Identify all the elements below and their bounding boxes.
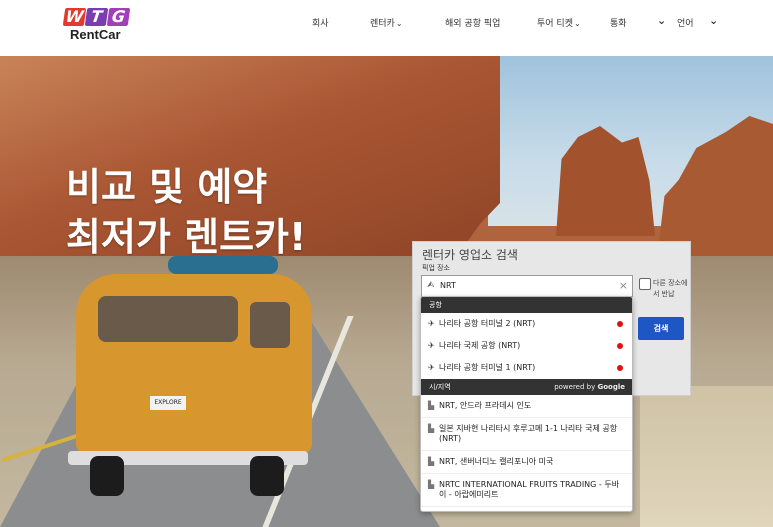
nav-rentcar[interactable]: 렌터카⌄ [370, 16, 403, 29]
desert-brush [640, 386, 773, 527]
building-icon: ▙ [428, 424, 435, 433]
van-wheel [250, 456, 284, 496]
city-suggestion[interactable]: ▙ 일본 지바현 나리타시 후루고메 1-1 나리타 국제 공항 (NRT) [421, 418, 632, 451]
nav-currency[interactable]: 통화 [610, 16, 627, 29]
clear-icon[interactable]: × [619, 279, 628, 292]
building-icon: ▙ [428, 401, 435, 410]
van-window [250, 302, 290, 348]
city-section-header: 시/지역 powered by Google [421, 379, 632, 395]
airplane-icon: ✈ [428, 341, 435, 350]
pickup-location-input[interactable]: ⮙ NRT × [421, 275, 633, 297]
building-icon: ▙ [428, 457, 435, 466]
airport-section-header: 공항 [421, 297, 632, 313]
search-button[interactable]: 검색 [638, 317, 684, 340]
building-icon: ▙ [428, 480, 435, 489]
hero-headline-line1: 비교 및 예약 [66, 165, 268, 209]
marker-dot-icon [617, 343, 623, 349]
marker-dot-icon [617, 365, 623, 371]
location-arrow-icon: ⮙ [427, 280, 435, 290]
city-suggestion[interactable]: ▙ NRT, 안드라 프라데시 인도 [421, 395, 632, 418]
airport-suggestion[interactable]: ✈ 나리타 공항 터미널 1 (NRT) [421, 357, 632, 379]
airport-suggestion[interactable]: ✈ 나리타 국제 공항 (NRT) [421, 335, 632, 357]
search-panel-title: 렌터카 영업소 검색 [422, 248, 518, 262]
pickup-label: 픽업 장소 [422, 264, 450, 272]
powered-by-google: powered by Google [554, 383, 625, 391]
nav-company[interactable]: 회사 [312, 16, 329, 29]
hero-headline-line2: 최저가 렌트카! [66, 215, 307, 259]
license-plate: EXPLORE [150, 396, 186, 410]
main-nav: 회사 렌터카⌄ 해외 공항 픽업 투어 티켓⌄ 통화 ⌄ 언어 ⌄ [0, 14, 773, 32]
nav-tour-tickets[interactable]: 투어 티켓⌄ [537, 16, 581, 29]
nav-airport-pickup[interactable]: 해외 공항 픽업 [445, 16, 500, 29]
chevron-down-icon: ⌄ [395, 19, 403, 28]
city-suggestion[interactable]: ▙ NRT, 샌버너디노 캘리포니아 미국 [421, 451, 632, 474]
airplane-icon: ✈ [428, 319, 435, 328]
hero-headline: 비교 및 예약 최저가 렌트카! [66, 162, 306, 262]
airport-suggestion[interactable]: ✈ 나리타 공항 터미널 2 (NRT) [421, 313, 632, 335]
van-window [98, 296, 238, 342]
chevron-down-icon: ⌄ [573, 19, 581, 28]
airplane-icon: ✈ [428, 363, 435, 372]
return-different-label: 다른 장소에서 반납 [653, 279, 688, 298]
camper-van-image: EXPLORE [68, 256, 318, 496]
autocomplete-dropdown: 공항 ✈ 나리타 공항 터미널 2 (NRT) ✈ 나리타 국제 공항 (NRT… [420, 296, 633, 512]
pickup-location-value: NRT [440, 281, 456, 290]
currency-chevron-down-icon[interactable]: ⌄ [657, 14, 666, 27]
marker-dot-icon [617, 321, 623, 327]
nav-language[interactable]: 언어 [677, 16, 694, 29]
return-different-checkbox[interactable] [639, 278, 651, 290]
van-wheel [90, 456, 124, 496]
language-chevron-down-icon[interactable]: ⌄ [709, 14, 718, 27]
site-header: W T G RentCar 회사 렌터카⌄ 해외 공항 픽업 투어 티켓⌄ 통화… [0, 0, 773, 56]
city-suggestion[interactable]: ▙ NRTC INTERNATIONAL FRUITS TRADING - 두바… [421, 474, 632, 507]
